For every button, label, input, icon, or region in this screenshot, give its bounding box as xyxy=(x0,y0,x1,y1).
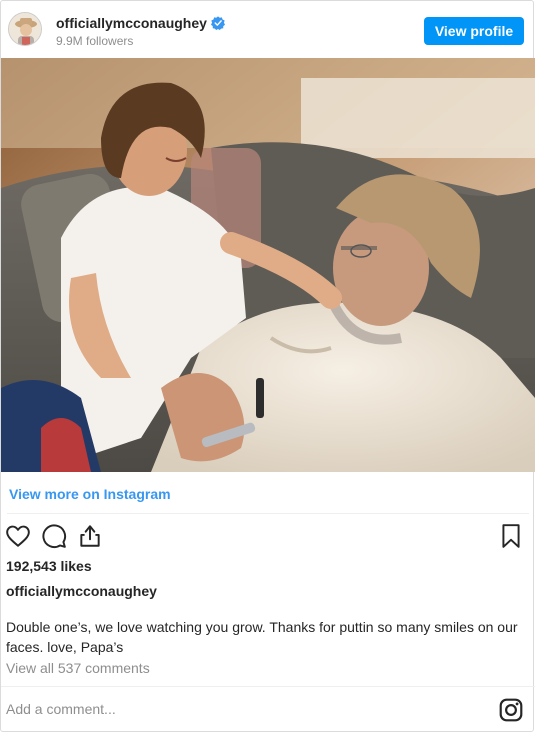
follower-count: 9.9M followers xyxy=(56,34,134,48)
view-more-link[interactable]: View more on Instagram xyxy=(9,486,171,502)
caption-username[interactable]: officiallymcconaughey xyxy=(6,583,157,599)
bookmark-icon[interactable] xyxy=(498,523,524,549)
instagram-logo-icon[interactable] xyxy=(498,697,524,723)
avatar-image xyxy=(9,13,41,45)
view-comments-link[interactable]: View all 537 comments xyxy=(6,660,150,676)
username-row: officiallymcconaughey xyxy=(56,15,225,31)
speech-bubble-icon[interactable] xyxy=(41,523,67,549)
instagram-embed-card: officiallymcconaughey 9.9M followers Vie… xyxy=(0,0,535,732)
divider xyxy=(1,686,535,687)
add-comment-input[interactable]: Add a comment... xyxy=(6,701,116,717)
caption-text: Double one’s, we love watching you grow.… xyxy=(6,619,518,655)
post-header: officiallymcconaughey 9.9M followers Vie… xyxy=(1,1,535,59)
view-profile-button[interactable]: View profile xyxy=(424,17,524,45)
verified-badge-icon xyxy=(210,16,225,30)
post-image xyxy=(1,58,535,472)
share-icon[interactable] xyxy=(77,523,103,549)
avatar[interactable] xyxy=(8,12,42,46)
username-link[interactable]: officiallymcconaughey xyxy=(56,15,207,31)
like-count[interactable]: 192,543 likes xyxy=(6,558,92,574)
heart-icon[interactable] xyxy=(5,523,31,549)
divider xyxy=(7,513,529,514)
post-photo[interactable] xyxy=(1,58,535,472)
